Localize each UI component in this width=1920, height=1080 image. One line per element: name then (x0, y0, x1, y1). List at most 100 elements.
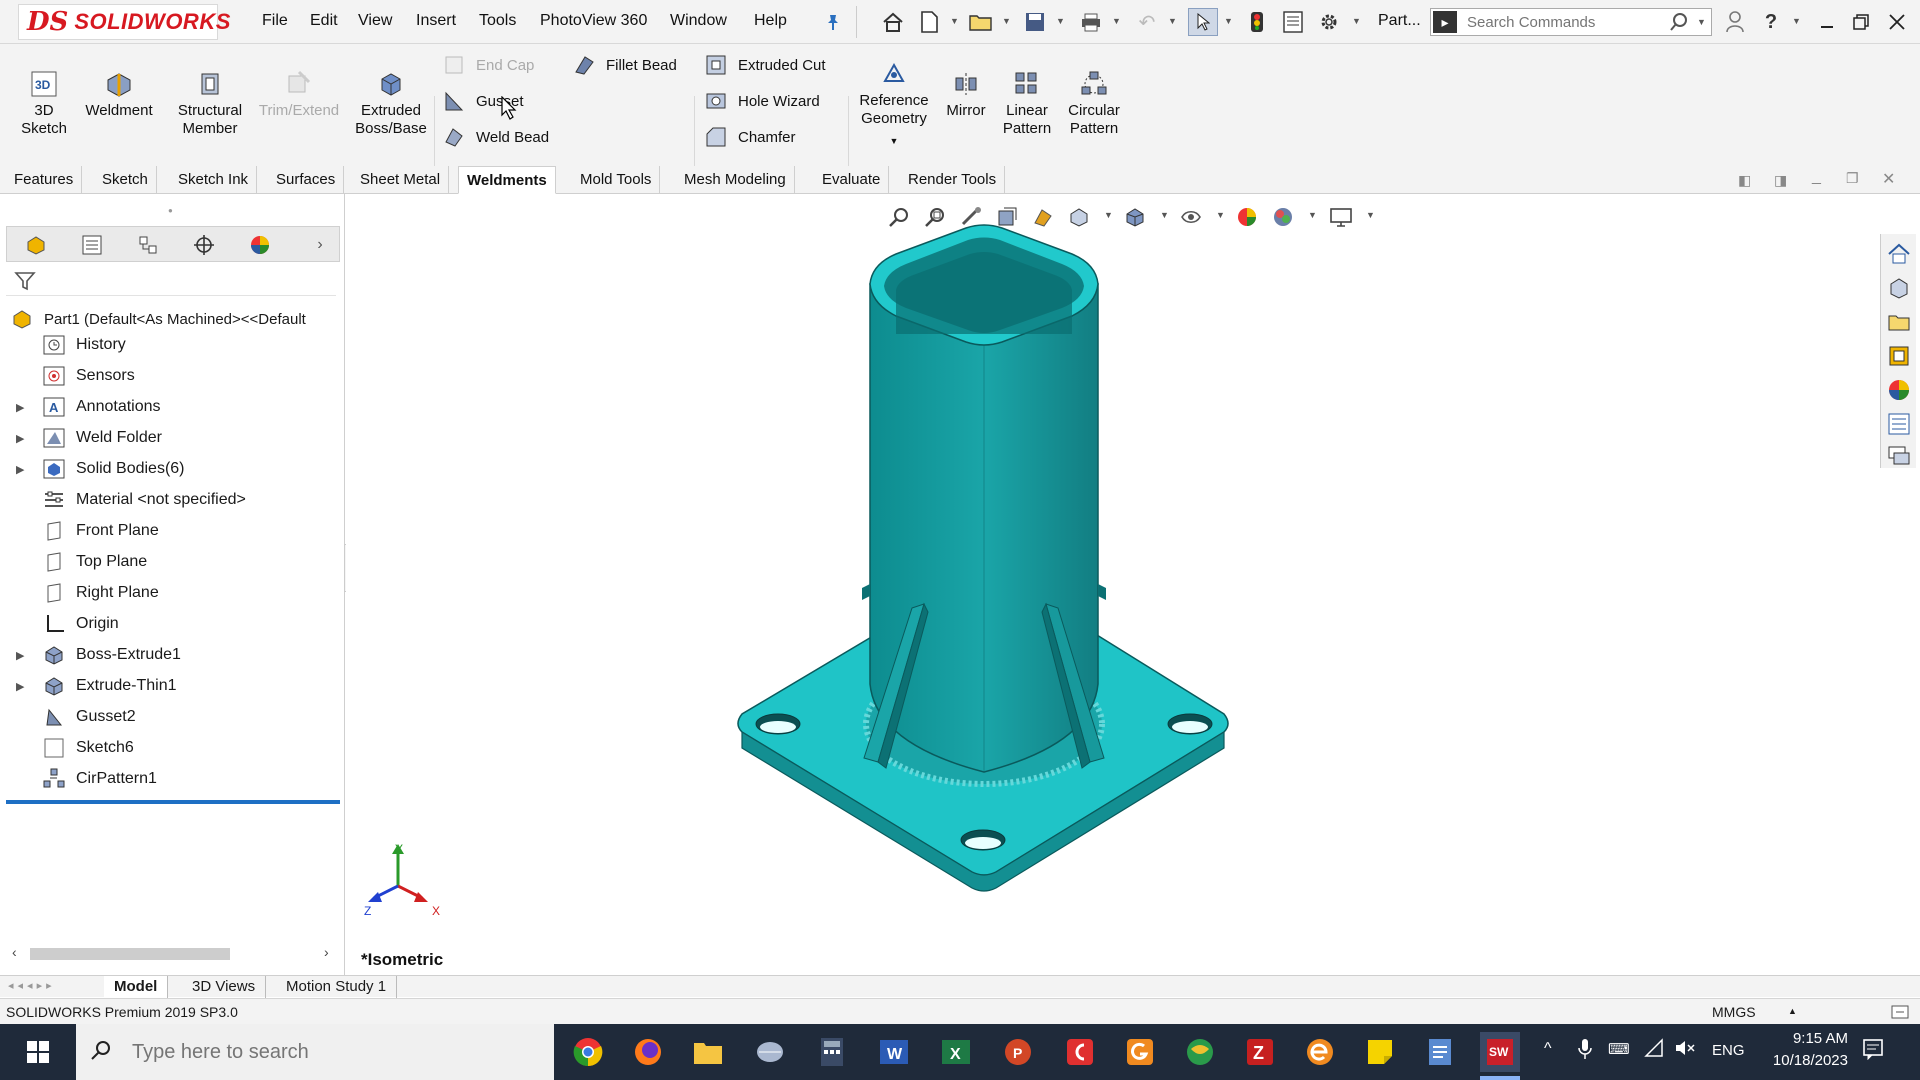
clock-date[interactable]: 10/18/2023 (1752, 1052, 1848, 1069)
structural-member-button[interactable]: Structural Member (168, 70, 252, 138)
select-pointer-icon[interactable] (1188, 8, 1218, 36)
model-3d-view[interactable] (726, 224, 1366, 904)
calculator-icon[interactable] (812, 1032, 852, 1072)
file-properties-icon[interactable] (1280, 10, 1306, 34)
search-input[interactable] (1467, 12, 1667, 32)
user-icon[interactable] (1722, 10, 1748, 34)
tree-item-origin[interactable]: Origin (0, 611, 119, 637)
minimize-icon[interactable] (1814, 10, 1840, 34)
search-icon[interactable] (1669, 12, 1689, 37)
chevron-up-icon[interactable]: ^ (1544, 1040, 1552, 1058)
restore-icon[interactable]: ❐ (1846, 170, 1859, 187)
chrome-icon[interactable] (568, 1032, 608, 1072)
open-folder-icon[interactable] (968, 10, 994, 34)
file-explorer-icon[interactable] (1887, 310, 1911, 334)
chevron-down-icon[interactable]: ▼ (1002, 16, 1012, 26)
chevron-down-icon[interactable]: ▼ (1112, 16, 1122, 26)
units-selector[interactable]: MMGS (1712, 1004, 1756, 1020)
end-cap-button[interactable]: End Cap (442, 54, 534, 76)
close-icon[interactable]: ✕ (1882, 169, 1895, 189)
chevron-down-icon[interactable]: ▼ (950, 16, 960, 26)
expand-arrow-icon[interactable]: ▶ (16, 401, 28, 414)
tab-render-tools[interactable]: Render Tools (900, 166, 1006, 194)
filter-icon[interactable] (14, 270, 36, 297)
weldment-button[interactable]: Weldment (80, 70, 158, 120)
chamfer-button[interactable]: Chamfer (704, 126, 796, 148)
chevron-down-icon[interactable]: ▼ (1697, 17, 1706, 27)
chevron-down-icon[interactable]: ▼ (1366, 210, 1375, 220)
chevron-down-icon[interactable]: ▼ (1792, 16, 1802, 26)
tab-features[interactable]: Features (6, 166, 83, 194)
part-root-node[interactable]: Part1 (Default<As Machined><<Default (0, 306, 306, 332)
rebuild-status-icon[interactable] (1890, 1002, 1910, 1025)
view-palette-icon[interactable] (1887, 344, 1911, 368)
weld-bead-button[interactable]: Weld Bead (442, 126, 549, 148)
restore-icon[interactable] (1848, 10, 1874, 34)
menu-help[interactable]: Help (754, 12, 787, 30)
tree-item-sensors[interactable]: Sensors (0, 363, 135, 389)
expand-arrow-icon[interactable]: ▶ (16, 680, 28, 693)
help-icon[interactable]: ? (1758, 10, 1784, 34)
tab-evaluate[interactable]: Evaluate (814, 166, 890, 194)
app-e-icon[interactable] (1300, 1032, 1340, 1072)
tab-navigation-arrows[interactable]: ◂◂◂▸▸ (8, 979, 56, 992)
filezilla-icon[interactable]: Z (1240, 1032, 1280, 1072)
scroll-thumb[interactable] (30, 948, 230, 960)
scroll-right-icon[interactable]: › (324, 944, 329, 960)
network-icon[interactable] (1644, 1038, 1664, 1062)
design-library-icon[interactable] (1887, 276, 1911, 300)
graphics-area[interactable]: ▼ ▼ ▼ ▼ ▼ Y X Z *Isometric (346, 194, 1920, 974)
tree-item-annotations[interactable]: ▶ A Annotations (0, 394, 161, 420)
menu-photoview[interactable]: PhotoView 360 (540, 12, 647, 30)
menu-tools[interactable]: Tools (479, 12, 516, 30)
expand-arrow-icon[interactable]: ▶ (16, 432, 28, 445)
viewport-tile-left-icon[interactable]: ◧ (1738, 172, 1751, 189)
gear-icon[interactable] (1316, 10, 1342, 34)
tab-sketch-ink[interactable]: Sketch Ink (170, 166, 258, 194)
tree-item-right-plane[interactable]: Right Plane (0, 580, 159, 606)
file-explorer-icon[interactable] (688, 1032, 728, 1072)
powerpoint-icon[interactable]: P (998, 1032, 1038, 1072)
tree-item-gusset2[interactable]: Gusset2 (0, 704, 136, 730)
tab-mold-tools[interactable]: Mold Tools (572, 166, 661, 194)
volume-muted-icon[interactable] (1674, 1038, 1696, 1062)
tab-weldments[interactable]: Weldments (458, 166, 556, 194)
start-button[interactable] (0, 1024, 76, 1080)
tab-motion-study[interactable]: Motion Study 1 (276, 976, 398, 998)
feature-manager-tab-icon[interactable] (23, 232, 49, 258)
tab-surfaces[interactable]: Surfaces (268, 166, 345, 194)
app-orange-icon[interactable] (1120, 1032, 1160, 1072)
solidworks-taskbar-icon[interactable]: SW (1480, 1032, 1520, 1072)
home-icon[interactable] (1887, 242, 1911, 266)
hole-wizard-button[interactable]: Hole Wizard (704, 90, 820, 112)
expand-arrow-icon[interactable]: ▶ (16, 649, 28, 662)
display-manager-tab-icon[interactable] (247, 232, 273, 258)
sticky-notes-icon[interactable] (1360, 1032, 1400, 1072)
ime-icon[interactable]: ⌨ (1608, 1040, 1630, 1058)
menu-view[interactable]: View (358, 12, 392, 30)
chevron-down-icon[interactable]: ▼ (1224, 16, 1234, 26)
home-icon[interactable] (880, 10, 906, 34)
scroll-left-icon[interactable]: ‹ (12, 944, 17, 960)
excel-icon[interactable]: X (936, 1032, 976, 1072)
panel-grip-icon[interactable]: ● (168, 206, 173, 215)
taskbar-search-input[interactable] (132, 1040, 512, 1064)
mirror-button[interactable]: Mirror (938, 70, 994, 120)
custom-properties-icon[interactable] (1887, 412, 1911, 436)
notifications-icon[interactable] (1862, 1038, 1884, 1064)
trim-extend-button[interactable]: Trim/Extend (256, 70, 342, 120)
menu-edit[interactable]: Edit (310, 12, 338, 30)
filter-row[interactable] (6, 266, 336, 296)
chevron-down-icon[interactable]: ▼ (1104, 210, 1113, 220)
undo-icon[interactable]: ↶ (1134, 10, 1160, 34)
word-icon[interactable]: W (874, 1032, 914, 1072)
taskbar-search[interactable] (76, 1024, 554, 1080)
forum-icon[interactable] (1887, 444, 1911, 468)
minimize-icon[interactable]: _ (1812, 168, 1821, 186)
viewport-tile-right-icon[interactable]: ◨ (1774, 172, 1787, 189)
menu-file[interactable]: File (262, 12, 288, 30)
tree-item-sketch6[interactable]: Sketch6 (0, 735, 134, 761)
solidworks-logo[interactable]: DS SOLIDWORKS (18, 4, 230, 40)
configuration-manager-tab-icon[interactable] (135, 232, 161, 258)
property-manager-tab-icon[interactable] (79, 232, 105, 258)
